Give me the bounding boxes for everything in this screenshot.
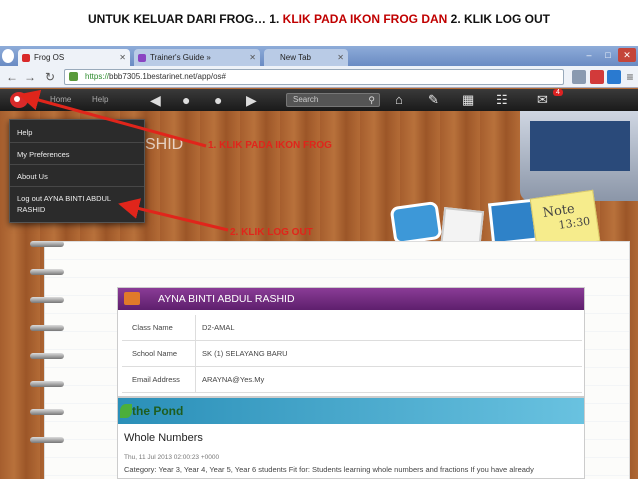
chrome-user-icon[interactable] (2, 49, 14, 63)
row-value: SK (1) SELAYANG BARU (202, 349, 288, 358)
table-row: Email Address ARAYNA@Yes.My (122, 367, 582, 393)
row-label: Email Address (122, 367, 196, 393)
menu-icon[interactable]: ≡ (622, 69, 638, 85)
annotation-step1: 1. KLIK PADA IKON FROG (208, 140, 332, 151)
next-arrow-icon[interactable]: ▶ (246, 91, 257, 109)
annotation-step2: 2. KLIK LOG OUT (230, 227, 313, 238)
row-value: D2-AMAL (202, 323, 235, 332)
pond-item-date: Thu, 11 Jul 2013 02:00:23 +0000 (124, 454, 220, 461)
pond-item-title[interactable]: Whole Numbers (124, 432, 203, 444)
browser-toolbar: ← → ↻ https://bbb7305.1bestarinet.net/ap… (0, 66, 638, 88)
url-text: bbb7305.1bestarinet.net/app/os# (109, 72, 226, 81)
tab-label: New Tab (280, 53, 311, 62)
row-label: School Name (122, 341, 196, 367)
dashboard-icon[interactable]: ▦ (462, 92, 474, 108)
menu-item-help[interactable]: Help (10, 127, 144, 138)
table-row: Class Name D2-AMAL (122, 315, 582, 341)
menu-divider (10, 186, 144, 187)
laptop-image (520, 111, 638, 201)
close-window-icon[interactable]: ✕ (618, 48, 636, 62)
close-tab-icon[interactable]: ✕ (337, 49, 344, 66)
dot-icon[interactable]: ● (214, 91, 222, 109)
profile-table: Class Name D2-AMAL School Name SK (1) SE… (122, 315, 582, 393)
maximize-icon[interactable]: □ (599, 48, 617, 62)
spiral-ring (30, 325, 64, 331)
forward-arrow-icon[interactable]: → (22, 69, 38, 85)
help-link[interactable]: Help (92, 93, 108, 107)
url-scheme: https:// (85, 72, 110, 81)
row-label: Class Name (122, 315, 196, 341)
reload-icon[interactable]: ↻ (42, 69, 58, 85)
row-value: ARAYNA@Yes.My (202, 375, 265, 384)
menu-item-about-us[interactable]: About Us (10, 171, 144, 182)
spiral-ring (30, 409, 64, 415)
browser-screenshot: Frog OS ✕ Trainer's Guide » ✕ New Tab ✕ … (0, 46, 638, 479)
home-link[interactable]: Home (50, 93, 71, 107)
address-bar[interactable]: https://bbb7305.1bestarinet.net/app/os# (64, 69, 564, 85)
dot-icon[interactable]: ● (182, 91, 190, 109)
background-name-text: SHID (145, 136, 184, 153)
notification-badge: 4 (553, 89, 563, 96)
tab-frog-os[interactable]: Frog OS ✕ (18, 49, 130, 66)
tab-label: Frog OS (34, 53, 65, 62)
tab-trainers-guide[interactable]: Trainer's Guide » ✕ (134, 49, 260, 66)
search-input[interactable]: Search ⚲ (286, 93, 380, 107)
menu-divider (10, 142, 144, 143)
profile-name: AYNA BINTI ABDUL RASHID (158, 293, 295, 305)
prev-arrow-icon[interactable]: ◀ (150, 91, 161, 109)
spiral-ring (30, 381, 64, 387)
close-tab-icon[interactable]: ✕ (249, 49, 256, 66)
frog-os-bar: Home Help ◀ ● ● ▶ Search ⚲ ⌂ ✎ ▦ ☷ ✉ 4 (0, 89, 638, 111)
minimize-icon[interactable]: – (580, 48, 598, 62)
spiral-ring (30, 269, 64, 275)
profile-card: AYNA BINTI ABDUL RASHID Class Name D2-AM… (117, 287, 585, 397)
tab-new-tab[interactable]: New Tab ✕ (264, 49, 348, 66)
spiral-ring (30, 297, 64, 303)
pond-banner: the Pond (118, 398, 584, 424)
spiral-ring (30, 353, 64, 359)
menu-divider (10, 164, 144, 165)
twitter-app-icon[interactable] (389, 200, 443, 246)
edit-icon[interactable]: ✎ (428, 92, 439, 108)
frog-menu-dropdown: Help My Preferences About Us Log out AYN… (9, 119, 145, 223)
menu-item-preferences[interactable]: My Preferences (10, 149, 144, 160)
leaf-icon (120, 404, 132, 418)
menu-item-logout[interactable]: Log out AYNA BINTI ABDUL (10, 193, 144, 204)
close-tab-icon[interactable]: ✕ (119, 49, 126, 66)
chat-icon[interactable]: ✉ (537, 92, 548, 108)
menu-item-logout-name[interactable]: RASHID (10, 204, 144, 215)
pond-widget: the Pond Whole Numbers Thu, 11 Jul 2013 … (117, 397, 585, 479)
spiral-ring (30, 437, 64, 443)
extension-flag-icon[interactable] (607, 70, 621, 84)
table-row: School Name SK (1) SELAYANG BARU (122, 341, 582, 367)
tab-label: Trainer's Guide » (150, 53, 211, 62)
title-suffix: 2. KLIK LOG OUT (447, 12, 550, 26)
search-placeholder: Search (293, 95, 319, 104)
home-icon[interactable]: ⌂ (395, 92, 403, 108)
extension-k-icon[interactable] (590, 70, 604, 84)
search-icon: ⚲ (368, 95, 375, 105)
spiral-ring (30, 241, 64, 247)
guide-favicon-icon (138, 54, 146, 62)
extension-shield-icon[interactable] (572, 70, 586, 84)
slide-title: UNTUK KELUAR DARI FROG… 1. KLIK PADA IKO… (0, 12, 638, 26)
frog-logo-icon[interactable] (10, 92, 28, 108)
back-arrow-icon[interactable]: ← (4, 69, 20, 85)
title-highlight: KLIK PADA IKON FROG DAN (279, 12, 448, 26)
title-prefix: UNTUK KELUAR DARI FROG… 1. (87, 12, 280, 26)
profile-header: AYNA BINTI ABDUL RASHID (118, 288, 584, 310)
frog-favicon-icon (22, 54, 30, 62)
lock-icon (69, 72, 78, 81)
id-card-icon (124, 292, 140, 305)
pond-banner-text: the Pond (132, 404, 184, 418)
pond-item-category: Category: Year 3, Year 4, Year 5, Year 6… (124, 465, 534, 474)
tab-strip: Frog OS ✕ Trainer's Guide » ✕ New Tab ✕ … (0, 46, 638, 66)
users-icon[interactable]: ☷ (496, 92, 508, 108)
